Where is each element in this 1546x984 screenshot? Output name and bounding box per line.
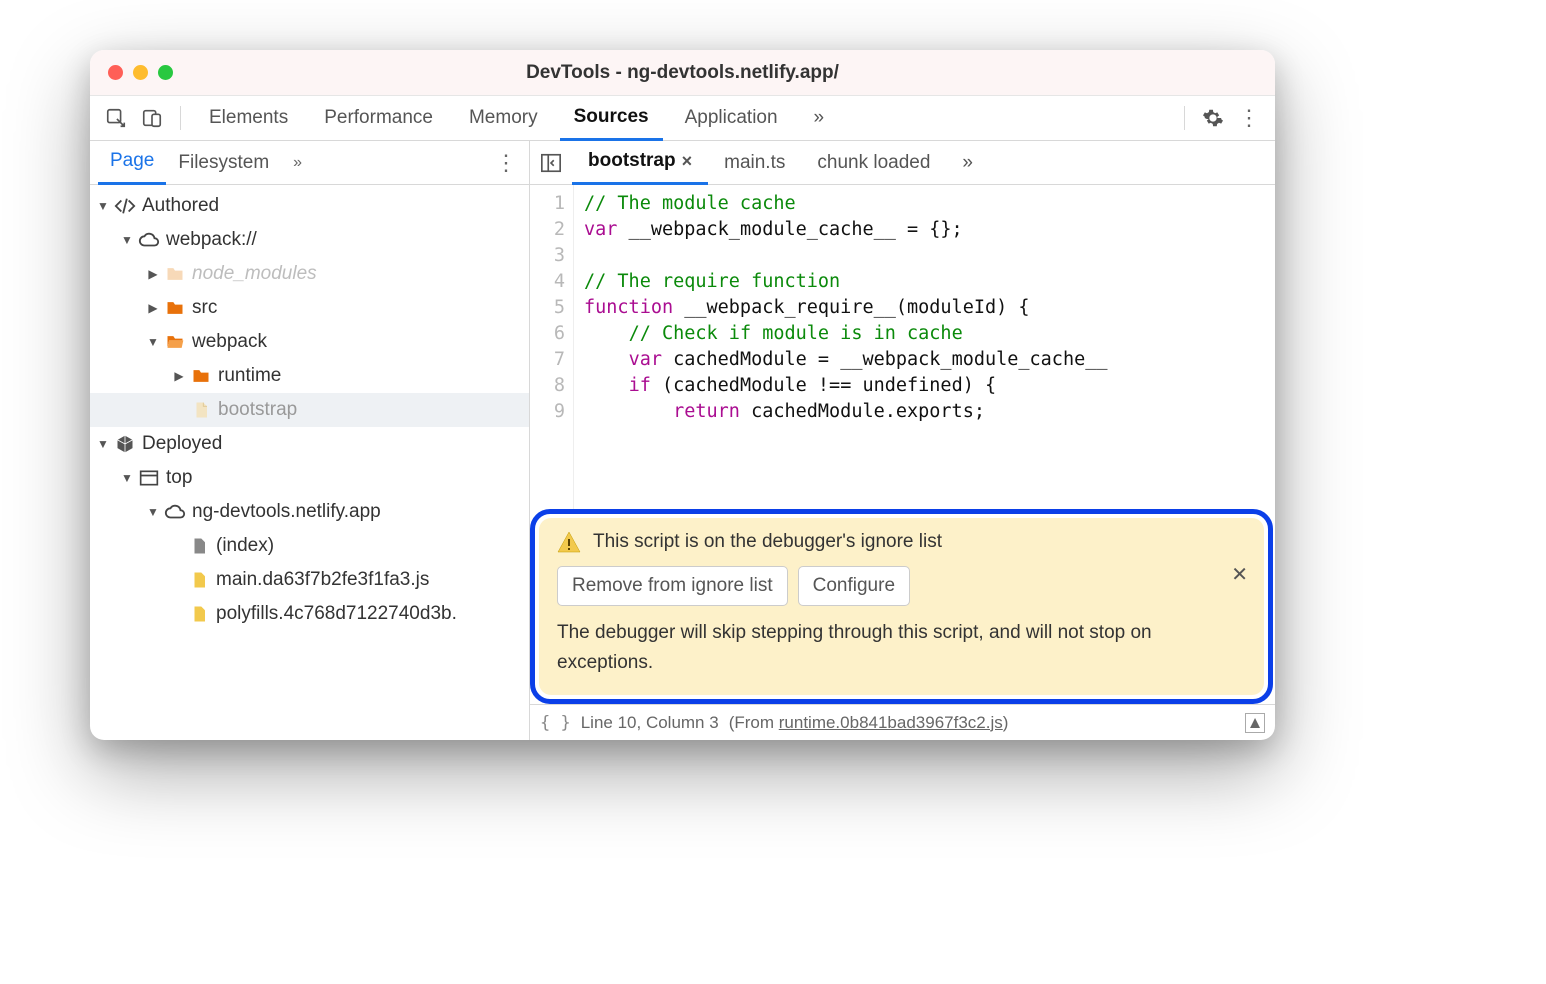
tree-webpack-root[interactable]: ▼ webpack:// bbox=[90, 223, 529, 257]
tree-top[interactable]: ▼ top bbox=[90, 461, 529, 495]
tree-deployed[interactable]: ▼ Deployed bbox=[90, 427, 529, 461]
code-icon bbox=[114, 195, 136, 217]
tree-index-file[interactable]: (index) bbox=[90, 529, 529, 563]
ignore-list-callout: This script is on the debugger's ignore … bbox=[530, 509, 1273, 704]
gear-icon[interactable] bbox=[1199, 104, 1227, 132]
sidebar-tabs: Page Filesystem » ⋮ bbox=[90, 141, 529, 185]
tree-runtime[interactable]: ▶ runtime bbox=[90, 359, 529, 393]
editor-tab-chunk-loaded[interactable]: chunk loaded bbox=[801, 141, 946, 185]
sidebar-tab-page[interactable]: Page bbox=[98, 141, 166, 185]
cloud-icon bbox=[164, 501, 186, 523]
editor-tabs-overflow-icon[interactable]: » bbox=[946, 141, 989, 185]
close-icon[interactable]: ✕ bbox=[1231, 562, 1248, 587]
close-icon[interactable]: × bbox=[682, 151, 693, 172]
tree-webpack-dir[interactable]: ▼ webpack bbox=[90, 325, 529, 359]
cursor-position: Line 10, Column 3 bbox=[581, 713, 719, 733]
tab-application[interactable]: Application bbox=[671, 96, 792, 141]
tree-node-modules[interactable]: ▶ node_modules bbox=[90, 257, 529, 291]
editor-tabs: bootstrap × main.ts chunk loaded » bbox=[530, 141, 1275, 185]
tree-bootstrap[interactable]: ▶ bootstrap bbox=[90, 393, 529, 427]
window-title: DevTools - ng-devtools.netlify.app/ bbox=[90, 62, 1275, 84]
editor-pane: bootstrap × main.ts chunk loaded » 12345… bbox=[530, 141, 1275, 740]
tree-authored[interactable]: ▼ Authored bbox=[90, 189, 529, 223]
sidebar-tabs-overflow-icon[interactable]: » bbox=[281, 154, 314, 172]
sidebar-kebab-icon[interactable]: ⋮ bbox=[495, 150, 517, 176]
file-js-icon bbox=[188, 603, 210, 625]
devtools-window: DevTools - ng-devtools.netlify.app/ Elem… bbox=[90, 50, 1275, 740]
file-tree: ▼ Authored ▼ webpack:// ▶ node_modules ▶ bbox=[90, 185, 529, 740]
folder-icon bbox=[164, 263, 186, 285]
file-icon bbox=[190, 399, 212, 421]
toggle-panel-icon[interactable] bbox=[536, 148, 566, 178]
format-code-icon[interactable]: { } bbox=[540, 713, 571, 733]
file-js-icon bbox=[188, 569, 210, 591]
folder-icon bbox=[164, 297, 186, 319]
tab-performance[interactable]: Performance bbox=[310, 96, 447, 141]
main-content: Page Filesystem » ⋮ ▼ Authored ▼ webpack… bbox=[90, 141, 1275, 740]
tab-elements[interactable]: Elements bbox=[195, 96, 302, 141]
warning-icon bbox=[557, 530, 581, 554]
collapse-icon[interactable]: ▲ bbox=[1245, 713, 1265, 733]
from-label: (From runtime.0b841bad3967f3c2.js) bbox=[729, 713, 1009, 733]
warning-banner: This script is on the debugger's ignore … bbox=[539, 518, 1264, 695]
sources-sidebar: Page Filesystem » ⋮ ▼ Authored ▼ webpack… bbox=[90, 141, 530, 740]
tab-memory[interactable]: Memory bbox=[455, 96, 552, 141]
device-toggle-icon[interactable] bbox=[138, 104, 166, 132]
frame-icon bbox=[138, 467, 160, 489]
cloud-icon bbox=[138, 229, 160, 251]
editor-tab-main-ts[interactable]: main.ts bbox=[708, 141, 801, 185]
configure-button[interactable]: Configure bbox=[798, 566, 910, 606]
warning-title: This script is on the debugger's ignore … bbox=[593, 531, 942, 553]
editor-tab-bootstrap[interactable]: bootstrap × bbox=[572, 141, 708, 185]
folder-icon bbox=[190, 365, 212, 387]
tabs-overflow-icon[interactable]: » bbox=[800, 96, 839, 141]
remove-from-ignore-button[interactable]: Remove from ignore list bbox=[557, 566, 788, 606]
inspect-element-icon[interactable] bbox=[102, 104, 130, 132]
source-file-link[interactable]: runtime.0b841bad3967f3c2.js bbox=[779, 713, 1003, 732]
deploy-icon bbox=[114, 433, 136, 455]
editor-statusbar: { } Line 10, Column 3 (From runtime.0b84… bbox=[530, 704, 1275, 740]
warning-description: The debugger will skip stepping through … bbox=[557, 618, 1246, 677]
titlebar: DevTools - ng-devtools.netlify.app/ bbox=[90, 50, 1275, 96]
tab-sources[interactable]: Sources bbox=[560, 96, 663, 141]
tree-app-domain[interactable]: ▼ ng-devtools.netlify.app bbox=[90, 495, 529, 529]
main-toolbar: Elements Performance Memory Sources Appl… bbox=[90, 96, 1275, 141]
tree-polyfills-file[interactable]: polyfills.4c768d7122740d3b. bbox=[90, 597, 529, 631]
separator bbox=[1184, 106, 1185, 130]
file-icon bbox=[188, 535, 210, 557]
kebab-menu-icon[interactable]: ⋮ bbox=[1235, 104, 1263, 132]
folder-open-icon bbox=[164, 331, 186, 353]
tree-src[interactable]: ▶ src bbox=[90, 291, 529, 325]
separator bbox=[180, 106, 181, 130]
sidebar-tab-filesystem[interactable]: Filesystem bbox=[166, 141, 281, 185]
tree-main-js-file[interactable]: main.da63f7b2fe3f1fa3.js bbox=[90, 563, 529, 597]
